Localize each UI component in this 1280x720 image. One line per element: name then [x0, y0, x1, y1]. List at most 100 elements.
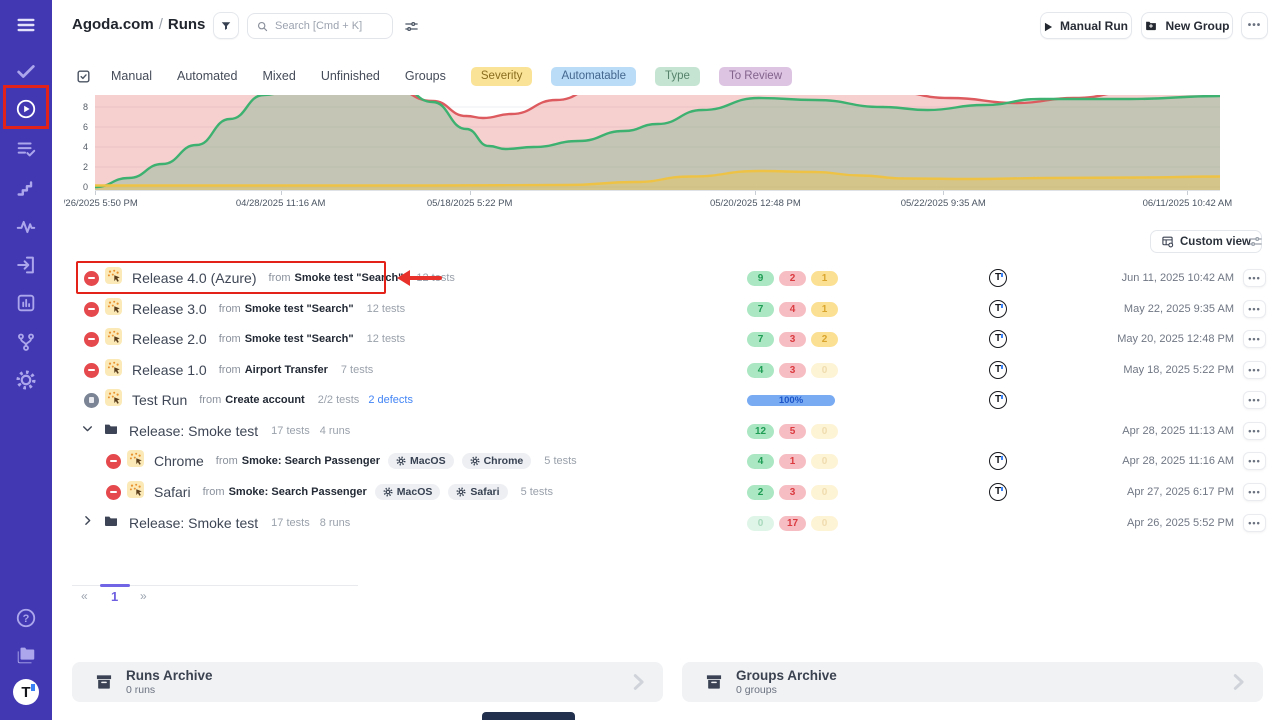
run-date: Apr 28, 2025 11:13 AM	[1122, 425, 1234, 437]
chevron-right-icon	[627, 671, 649, 693]
badge-failed: 3	[779, 332, 806, 347]
badge-passed: 4	[747, 454, 774, 469]
pagination-page-1[interactable]: 1	[111, 589, 118, 604]
x-tick-label: 04/28/2025 11:16 AM	[236, 198, 326, 209]
view-settings-icon[interactable]	[1248, 234, 1263, 249]
sidebar-item-steps[interactable]	[15, 178, 37, 200]
filter-funnel-button[interactable]	[213, 12, 239, 39]
badge-skipped: 0	[811, 454, 838, 469]
funnel-icon	[220, 20, 232, 32]
row-more-button[interactable]: •••	[1243, 514, 1266, 532]
archive-box-icon	[704, 672, 724, 692]
gear-icon	[396, 456, 406, 466]
group-row[interactable]: Release: Smoke test17 tests8 runs0170Apr…	[72, 508, 1270, 538]
filter-tab-groups[interactable]: Groups	[405, 69, 446, 83]
x-tickmark	[95, 191, 96, 195]
header-more-button[interactable]: •••	[1241, 12, 1268, 39]
status-stopped-icon	[84, 393, 99, 408]
bottom-widget-edge[interactable]	[482, 712, 575, 720]
run-row[interactable]: Release 4.0 (Azure)fromSmoke test "Searc…	[72, 263, 1270, 293]
filter-tab-unfinished[interactable]: Unfinished	[321, 69, 380, 83]
filter-tab-manual[interactable]: Manual	[111, 69, 152, 83]
flaky-run-icon	[99, 389, 122, 411]
group-row[interactable]: Release: Smoke test17 tests4 runs1250Apr…	[72, 416, 1270, 446]
manual-run-button[interactable]: Manual Run	[1040, 12, 1132, 39]
filter-tag-automatable[interactable]: Automatable	[551, 67, 636, 86]
app-logo[interactable]: T	[13, 679, 39, 705]
run-row[interactable]: Release 3.0fromSmoke test "Search"12 tes…	[72, 294, 1270, 324]
filter-tab-mixed[interactable]: Mixed	[262, 69, 295, 83]
hamburger-menu-icon[interactable]	[15, 14, 37, 36]
breadcrumb-project[interactable]: Agoda.com	[72, 16, 154, 33]
badge-skipped: 2	[811, 332, 838, 347]
search-box[interactable]	[247, 13, 393, 39]
sidebar-item-import[interactable]	[15, 254, 37, 276]
sidebar-item-branches[interactable]	[15, 331, 37, 353]
x-tick-label: 04/26/2025 5:50 PM	[64, 198, 138, 209]
run-tests-count: 7 tests	[341, 364, 373, 376]
assignee-avatar: T	[989, 391, 1007, 409]
runs-trend-chart	[95, 95, 1220, 190]
pagination-prev[interactable]: «	[81, 589, 88, 603]
chevron-right-icon[interactable]	[81, 514, 94, 532]
pagination-active-indicator	[100, 584, 130, 587]
sidebar-item-plans[interactable]	[15, 138, 37, 160]
assignee-avatar: T	[989, 452, 1007, 470]
run-row[interactable]: Test RunfromCreate account2/2 tests2 def…	[72, 385, 1270, 415]
row-more-button[interactable]: •••	[1243, 269, 1266, 287]
badge-skipped: 0	[811, 485, 838, 500]
group-runs-count: 4 runs	[320, 425, 351, 437]
run-row[interactable]: Release 1.0fromAirport Transfer7 tests43…	[72, 355, 1270, 385]
run-date: Apr 27, 2025 6:17 PM	[1127, 486, 1234, 498]
avatar-accent	[1001, 273, 1004, 278]
chevron-down-icon[interactable]	[81, 422, 94, 440]
sidebar-item-pulse[interactable]	[15, 216, 37, 238]
row-more-button[interactable]: •••	[1243, 422, 1266, 440]
new-group-button[interactable]: New Group	[1141, 12, 1233, 39]
row-more-button[interactable]: •••	[1243, 391, 1266, 409]
run-row[interactable]: SafarifromSmoke: Search PassengerMacOSSa…	[72, 477, 1270, 507]
row-more-button[interactable]: •••	[1243, 330, 1266, 348]
row-more-button[interactable]: •••	[1243, 452, 1266, 470]
run-defects-link[interactable]: 2 defects	[368, 394, 413, 406]
search-input[interactable]	[275, 20, 384, 32]
row-more-button[interactable]: •••	[1243, 361, 1266, 379]
projects-folders-icon[interactable]	[15, 644, 37, 666]
filter-tag-severity[interactable]: Severity	[471, 67, 533, 86]
filter-tag-type[interactable]: Type	[655, 67, 700, 86]
gear-icon	[456, 487, 466, 497]
pagination-next[interactable]: »	[140, 589, 147, 603]
runs-archive-card[interactable]: Runs Archive 0 runs	[72, 662, 663, 702]
badge-failed: 3	[779, 363, 806, 378]
run-row[interactable]: ChromefromSmoke: Search PassengerMacOSCh…	[72, 446, 1270, 476]
x-tick-label: 05/20/2025 12:48 PM	[710, 198, 801, 209]
run-title: Release 4.0 (Azure)	[132, 270, 257, 286]
sidebar-item-analytics[interactable]	[15, 292, 37, 314]
select-all-icon[interactable]	[75, 68, 92, 85]
run-date: Jun 11, 2025 10:42 AM	[1122, 272, 1234, 284]
run-row[interactable]: Release 2.0fromSmoke test "Search"12 tes…	[72, 324, 1270, 354]
custom-view-button[interactable]: Custom view	[1150, 230, 1262, 253]
avatar-accent	[1001, 487, 1004, 492]
filter-tag-to-review[interactable]: To Review	[719, 67, 792, 86]
adjustments-icon[interactable]	[404, 19, 419, 34]
run-from-label: from	[216, 455, 238, 467]
sidebar-item-tests[interactable]	[15, 60, 37, 82]
groups-archive-card[interactable]: Groups Archive 0 groups	[682, 662, 1263, 702]
status-failed-icon	[84, 363, 99, 378]
filter-tab-automated[interactable]: Automated	[177, 69, 237, 83]
badge-failed: 3	[779, 485, 806, 500]
row-more-button[interactable]: •••	[1243, 300, 1266, 318]
y-tick-label: 2	[72, 162, 88, 172]
avatar-accent	[1001, 304, 1004, 309]
sidebar-item-settings[interactable]	[15, 369, 37, 391]
chevron-right-icon	[1227, 671, 1249, 693]
row-more-button[interactable]: •••	[1243, 483, 1266, 501]
chart-x-axis-line	[95, 190, 1220, 191]
flaky-run-icon	[99, 359, 122, 381]
run-from-label: from	[269, 272, 291, 284]
help-icon[interactable]: ?	[15, 607, 37, 629]
sidebar-item-runs[interactable]	[15, 98, 37, 120]
result-badges: 230	[747, 485, 838, 500]
badge-failed: 4	[779, 302, 806, 317]
